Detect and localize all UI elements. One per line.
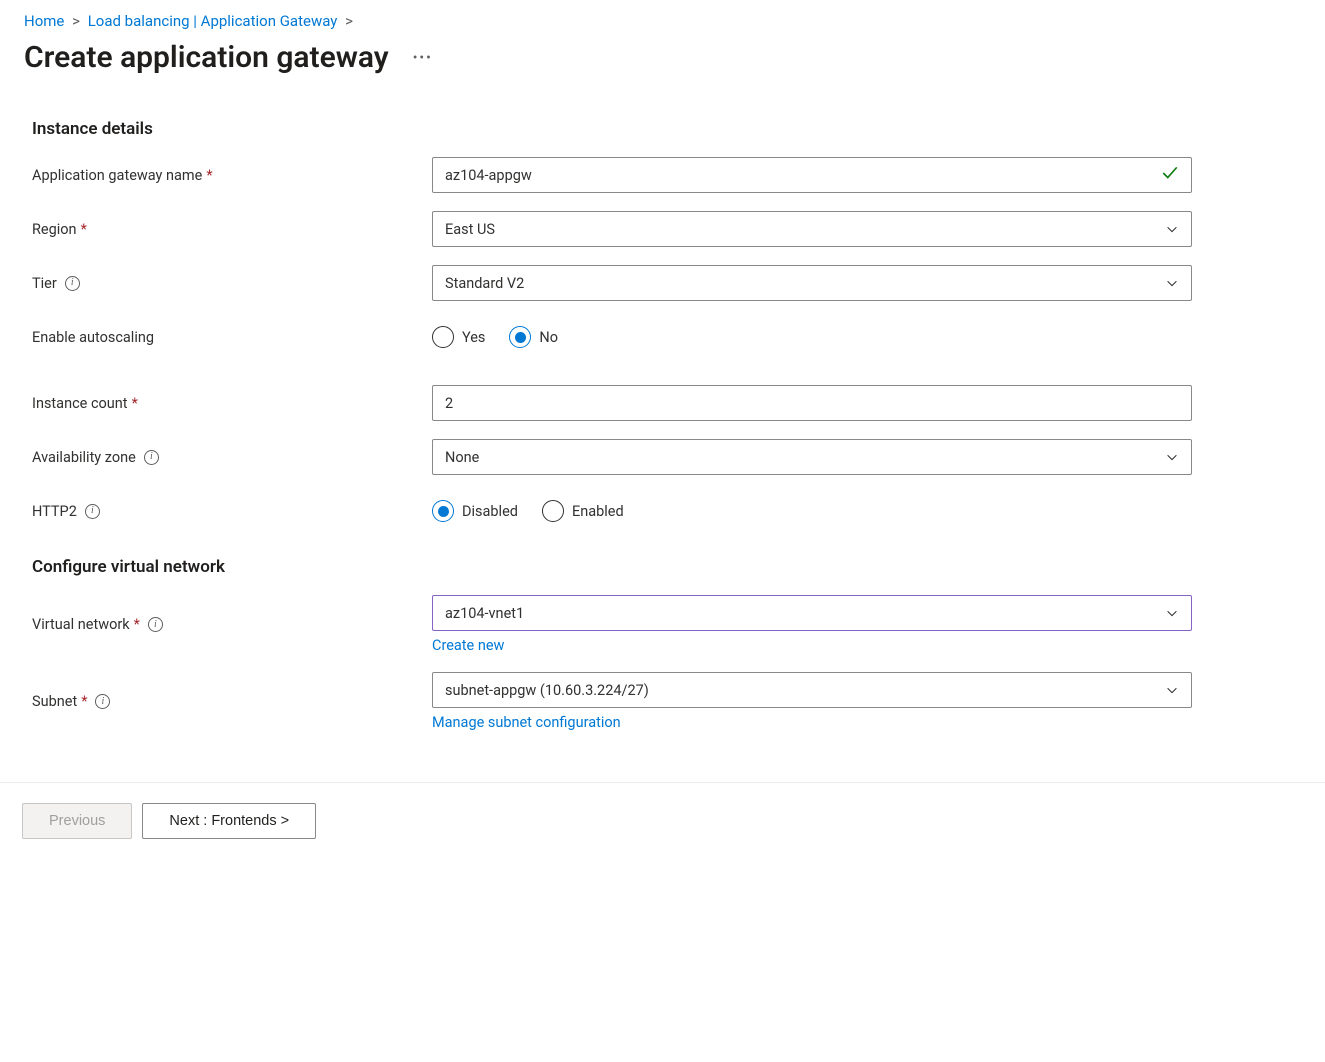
chevron-down-icon [1165,683,1179,697]
section-configure-vnet: Configure virtual network [32,557,1293,577]
page-title: Create application gateway [24,40,389,75]
chevron-right-icon: > [72,12,80,30]
label-tier: Tier i [32,275,432,292]
label-instance-count: Instance count* [32,395,432,412]
more-actions-icon[interactable]: ••• [413,50,433,66]
http2-enabled-radio[interactable]: Enabled [542,500,624,522]
chevron-down-icon [1165,450,1179,464]
http2-disabled-radio[interactable]: Disabled [432,500,518,522]
subnet-dropdown[interactable]: subnet-appgw (10.60.3.224/27) [432,672,1192,708]
info-icon[interactable]: i [144,450,159,465]
region-dropdown[interactable]: East US [432,211,1192,247]
autoscaling-no-radio[interactable]: No [509,326,558,348]
instance-count-input[interactable]: 2 [432,385,1192,421]
info-icon[interactable]: i [85,504,100,519]
breadcrumb-load-balancing[interactable]: Load balancing | Application Gateway [88,12,338,30]
tier-dropdown[interactable]: Standard V2 [432,265,1192,301]
info-icon[interactable]: i [148,617,163,632]
chevron-down-icon [1165,222,1179,236]
footer-nav: Previous Next : Frontends > [0,782,1325,859]
label-subnet: Subnet* i [32,693,432,710]
availability-zone-dropdown[interactable]: None [432,439,1192,475]
label-region: Region* [32,221,432,238]
autoscaling-yes-radio[interactable]: Yes [432,326,485,348]
breadcrumb: Home > Load balancing | Application Gate… [0,0,1325,34]
label-app-gw-name: Application gateway name* [32,167,432,184]
chevron-right-icon: > [345,12,353,30]
next-frontends-button[interactable]: Next : Frontends > [142,803,316,839]
chevron-down-icon [1165,606,1179,620]
chevron-down-icon [1165,276,1179,290]
info-icon[interactable]: i [65,276,80,291]
create-new-vnet-link[interactable]: Create new [432,637,1192,654]
section-instance-details: Instance details [32,119,1293,139]
virtual-network-dropdown[interactable]: az104-vnet1 [432,595,1192,631]
info-icon[interactable]: i [95,694,110,709]
breadcrumb-home[interactable]: Home [24,12,64,30]
checkmark-icon [1161,164,1179,186]
label-http2: HTTP2 i [32,503,432,520]
app-gw-name-input[interactable]: az104-appgw [432,157,1192,193]
label-autoscaling: Enable autoscaling [32,329,432,346]
label-virtual-network: Virtual network* i [32,616,432,633]
manage-subnet-link[interactable]: Manage subnet configuration [432,714,1192,731]
previous-button: Previous [22,803,132,839]
label-availability-zone: Availability zone i [32,449,432,466]
